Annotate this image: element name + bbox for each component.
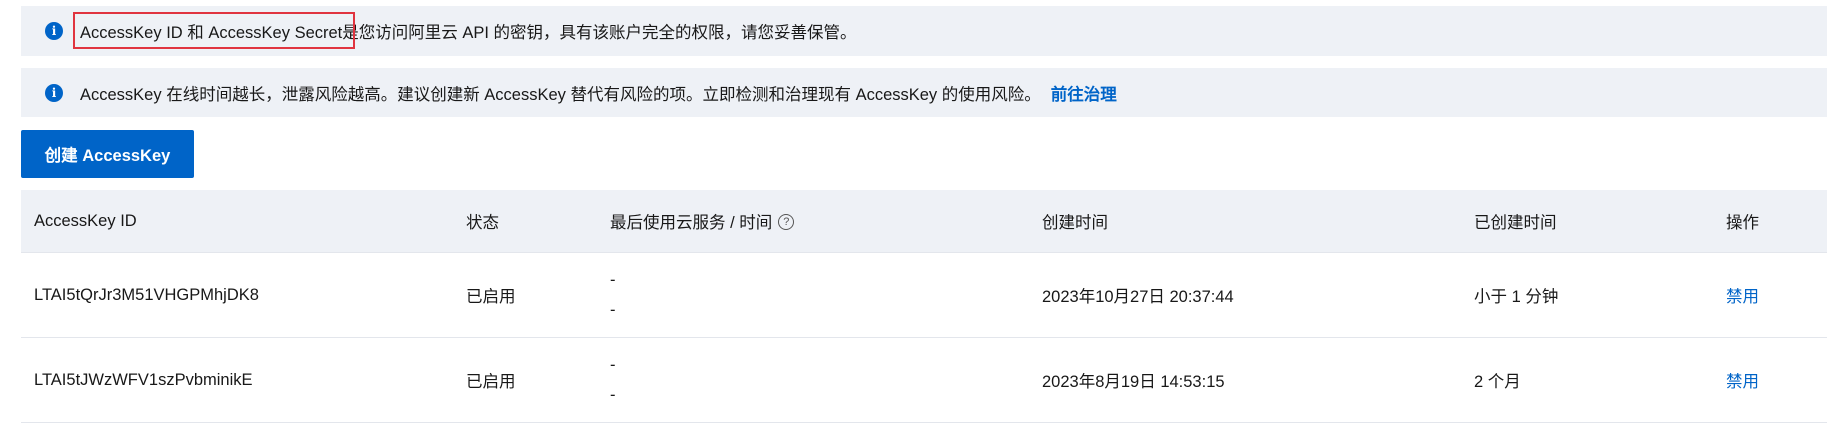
accesskey-page: i AccessKey ID 和 AccessKey Secret是您访问阿里云…: [0, 0, 1827, 447]
last-used-service: -: [610, 271, 616, 289]
table-row: LTAI5tQrJr3M51VHGPMhjDK8 已启用 - - 2023年10…: [21, 253, 1827, 338]
status: 已启用: [466, 373, 516, 391]
header-action: 操作: [1726, 214, 1759, 232]
table-row: LTAI5tJWzWFV1szPvbminikE 已启用 - - 2023年8月…: [21, 338, 1827, 423]
accesskey-table: AccessKey ID 状态 最后使用云服务 / 时间? 创建时间 已创建时间…: [21, 190, 1827, 423]
header-last-used: 最后使用云服务 / 时间?: [597, 209, 1029, 233]
disable-link[interactable]: 禁用: [1713, 283, 1827, 307]
header-created-time: 创建时间: [1042, 214, 1108, 232]
header-status: 状态: [466, 214, 499, 232]
help-icon[interactable]: ?: [778, 213, 795, 230]
last-used-time: -: [610, 301, 616, 319]
last-used: - -: [597, 265, 1029, 325]
created-time: 2023年10月27日 20:37:44: [1042, 288, 1234, 306]
govern-link[interactable]: 前往治理: [1051, 86, 1117, 104]
risk-notice-message: AccessKey 在线时间越长，泄露风险越高。建议创建新 AccessKey …: [80, 85, 1041, 104]
annotation-highlight-box: [73, 12, 355, 49]
age: 2 个月: [1474, 373, 1521, 391]
last-used: - -: [597, 350, 1029, 410]
header-accesskey-id: AccessKey ID: [34, 211, 137, 230]
table-header: AccessKey ID 状态 最后使用云服务 / 时间? 创建时间 已创建时间…: [21, 190, 1827, 253]
status: 已启用: [466, 288, 516, 306]
accesskey-id: LTAI5tJWzWFV1szPvbminikE: [34, 370, 253, 389]
notice-rest-text: 是您访问阿里云 API 的密钥，具有该账户完全的权限，请您妥善保管。: [342, 24, 857, 42]
accesskey-id: LTAI5tQrJr3M51VHGPMhjDK8: [34, 285, 259, 304]
risk-notice: i AccessKey 在线时间越长，泄露风险越高。建议创建新 AccessKe…: [21, 68, 1827, 117]
create-accesskey-button[interactable]: 创建 AccessKey: [21, 130, 194, 178]
header-last-used-label: 最后使用云服务 / 时间: [610, 214, 773, 232]
created-time: 2023年8月19日 14:53:15: [1042, 373, 1225, 391]
info-icon: i: [45, 22, 63, 40]
disable-link[interactable]: 禁用: [1713, 368, 1827, 392]
info-icon: i: [45, 83, 63, 102]
last-used-service: -: [610, 356, 616, 374]
last-used-time: -: [610, 386, 616, 404]
age: 小于 1 分钟: [1474, 288, 1559, 306]
risk-notice-text: AccessKey 在线时间越长，泄露风险越高。建议创建新 AccessKey …: [80, 81, 1117, 105]
header-age: 已创建时间: [1474, 214, 1557, 232]
